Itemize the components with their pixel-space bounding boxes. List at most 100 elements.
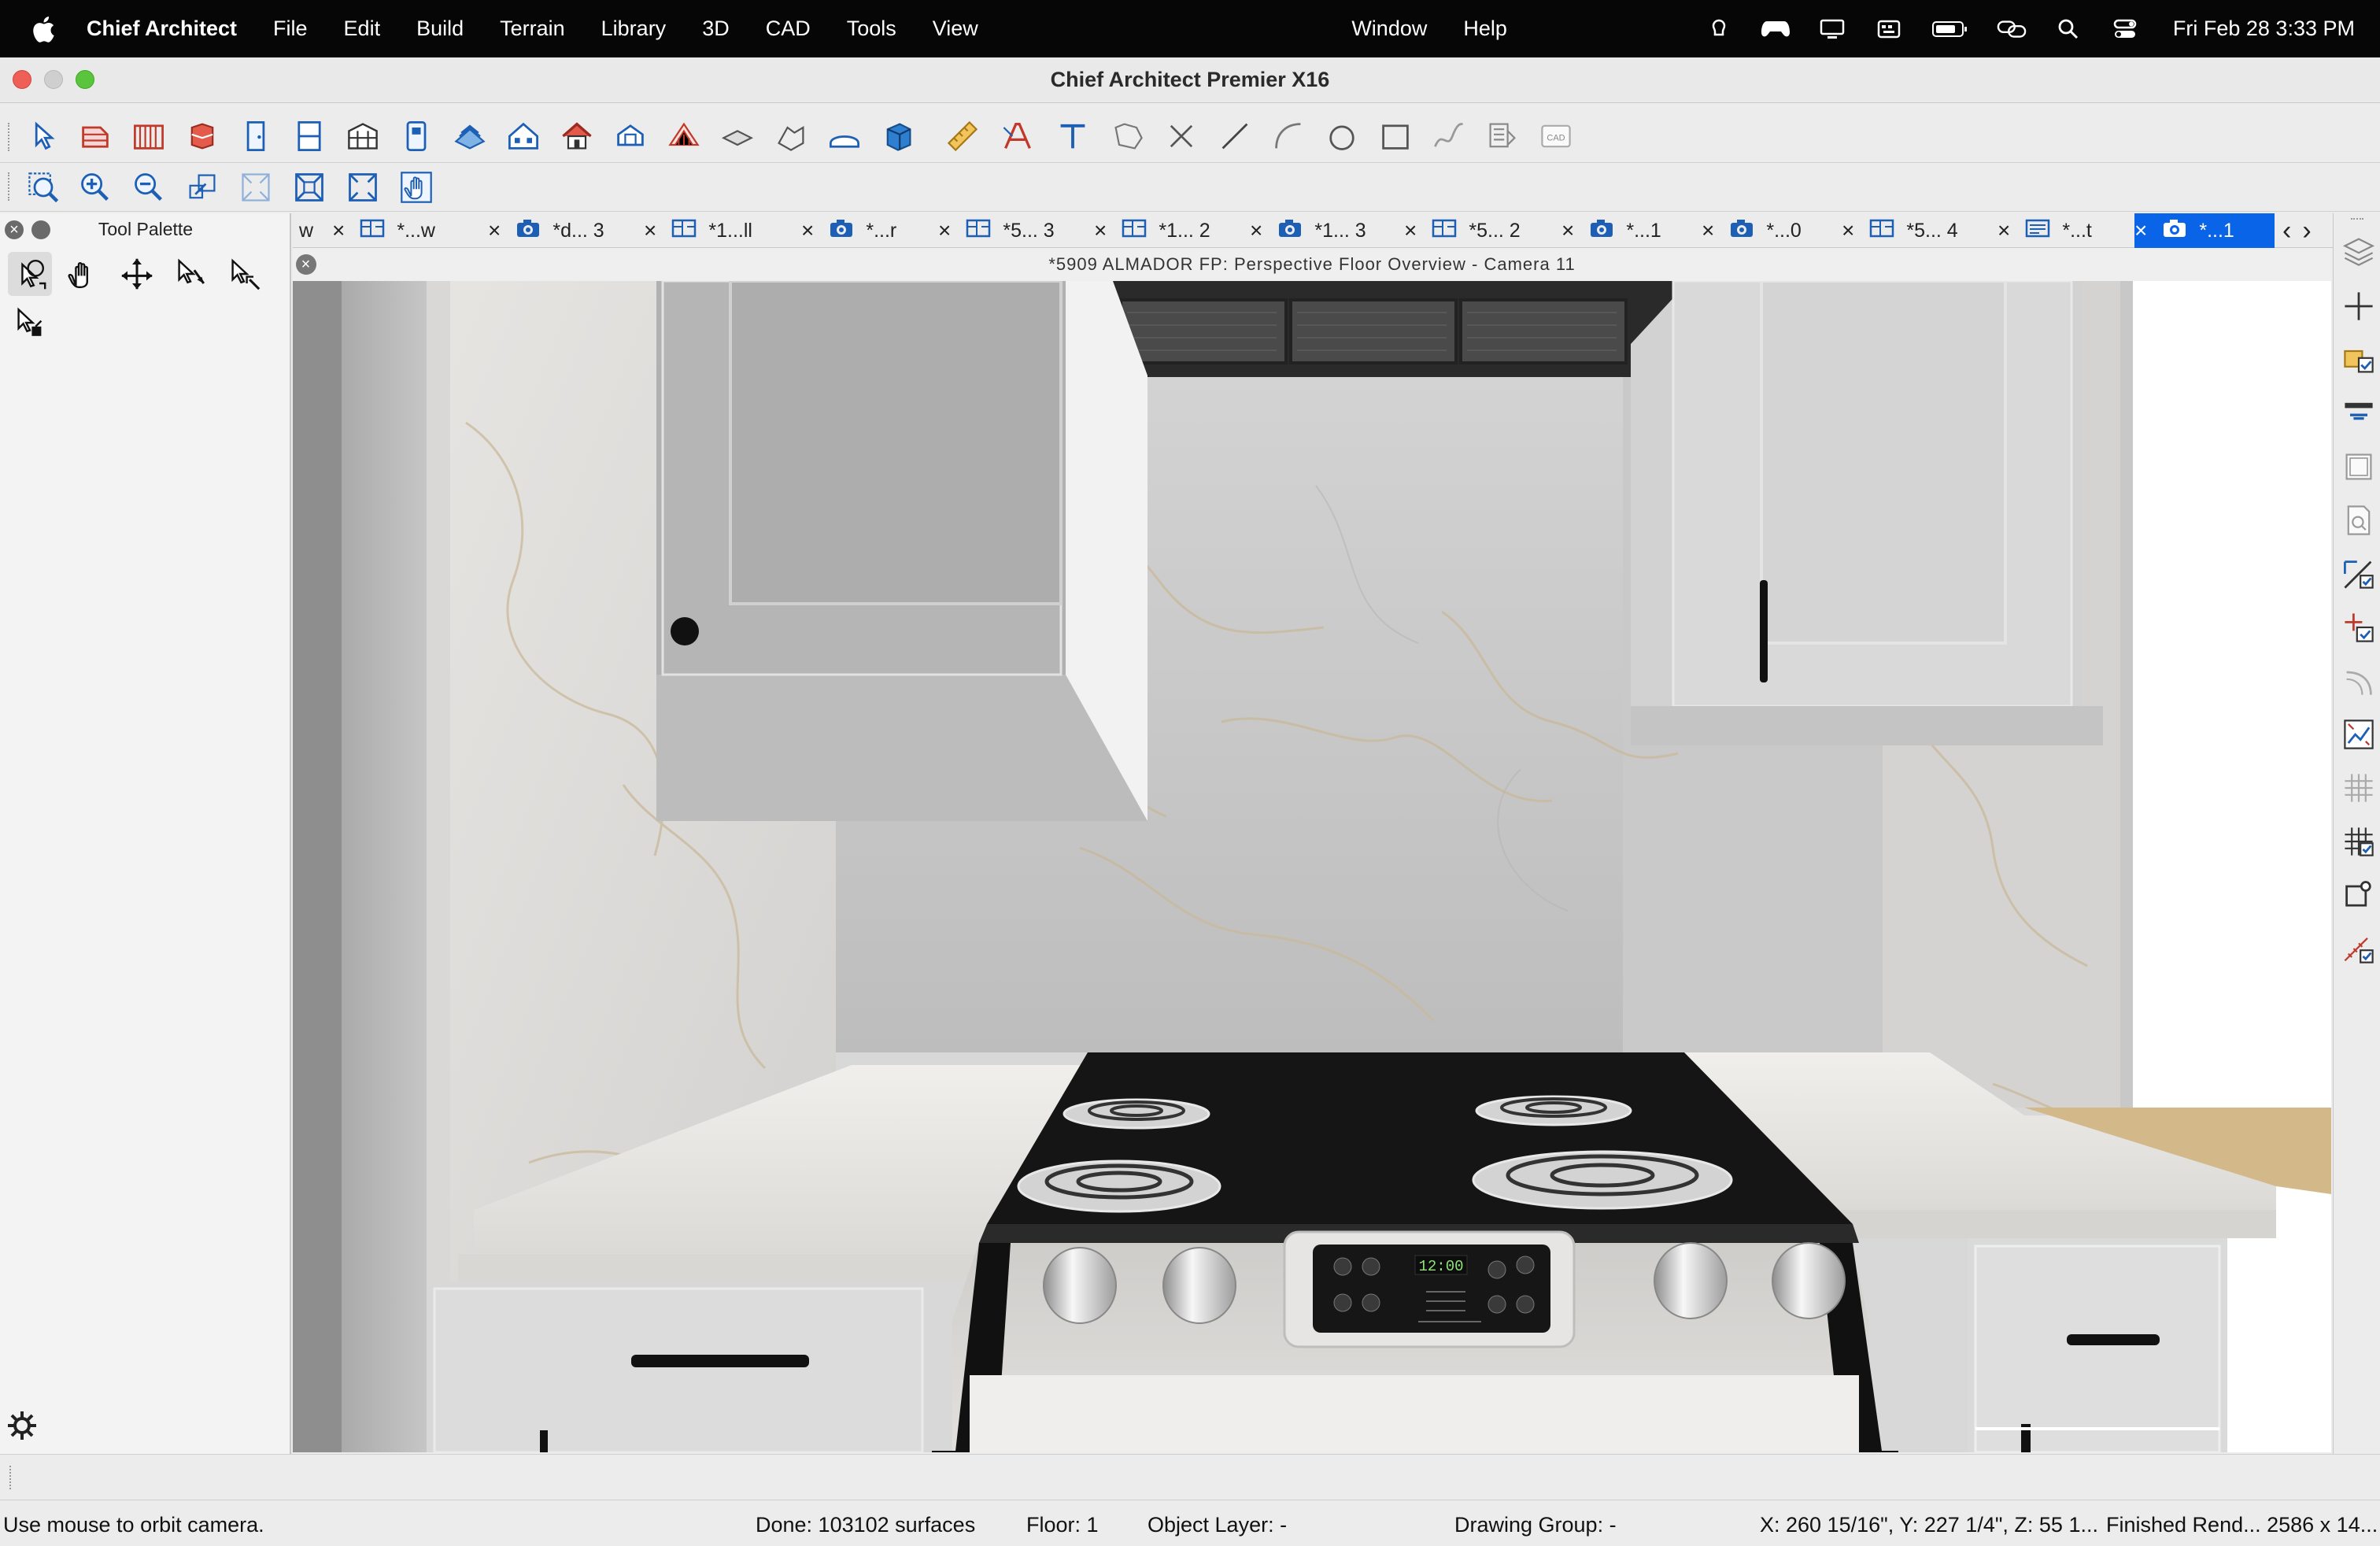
cad-block-icon[interactable]: CAD: [1538, 118, 1574, 154]
zoom-in-icon[interactable]: [77, 169, 113, 205]
toolbar-grip[interactable]: [9, 1466, 14, 1489]
chart-check-icon[interactable]: [2341, 717, 2376, 752]
pan-hand-icon[interactable]: [61, 252, 105, 296]
arch-icon[interactable]: [826, 118, 863, 154]
house-icon[interactable]: [505, 118, 541, 154]
menu-edit[interactable]: Edit: [344, 17, 381, 41]
menu-window[interactable]: Window: [1351, 17, 1427, 41]
dormer-icon[interactable]: [612, 118, 649, 154]
close-tab-icon[interactable]: ×: [1998, 218, 2010, 243]
ruler-check-icon[interactable]: [2341, 931, 2376, 966]
text-icon[interactable]: [1055, 118, 1091, 154]
menu-terrain[interactable]: Terrain: [500, 17, 565, 41]
horizontal-scroll-area[interactable]: [0, 1454, 2380, 1500]
tab-3[interactable]: × *1...ll: [644, 213, 801, 248]
zoom-window-button[interactable]: [76, 70, 94, 89]
gable-icon[interactable]: [559, 118, 595, 154]
menu-help[interactable]: Help: [1463, 17, 1507, 41]
close-tab-icon[interactable]: ×: [1842, 218, 1854, 243]
curve-icon[interactable]: [2341, 664, 2376, 698]
box-icon[interactable]: [880, 118, 916, 154]
floor-icon[interactable]: [719, 118, 756, 154]
menu-view[interactable]: View: [933, 17, 978, 41]
fill-building-icon[interactable]: [291, 169, 327, 205]
toolbar-grip[interactable]: [8, 123, 13, 151]
door-icon[interactable]: [238, 118, 274, 154]
tab-13[interactable]: × *...1: [2134, 213, 2275, 248]
zoom-window-icon[interactable]: [25, 169, 61, 205]
menu-file[interactable]: File: [273, 17, 308, 41]
tab-11[interactable]: × *5... 4: [1842, 213, 1998, 248]
minimize-window-button[interactable]: [44, 70, 63, 89]
gamepad-icon[interactable]: [1761, 17, 1791, 41]
tab-2[interactable]: × *d... 3: [488, 213, 644, 248]
undo-zoom-icon[interactable]: [184, 169, 220, 205]
arc-icon[interactable]: [1270, 118, 1306, 154]
tab-7[interactable]: × *1... 3: [1250, 213, 1404, 248]
tab-next-button[interactable]: ›: [2302, 216, 2311, 246]
grid-check-icon[interactable]: [2341, 824, 2376, 859]
tab-8[interactable]: × *5... 2: [1404, 213, 1561, 248]
layer-icon[interactable]: [1484, 118, 1521, 154]
tab-4[interactable]: × *...r: [801, 213, 938, 248]
fill-window-icon[interactable]: [238, 169, 274, 205]
close-tab-icon[interactable]: ×: [1561, 218, 1574, 243]
page-search-icon[interactable]: [2341, 503, 2376, 538]
close-tab-icon[interactable]: ×: [332, 218, 345, 243]
dimension-icon[interactable]: [944, 118, 981, 154]
tab-prev-button[interactable]: ‹: [2282, 216, 2291, 246]
pan-hand-icon[interactable]: [398, 169, 434, 205]
close-tab-icon[interactable]: ×: [1094, 218, 1107, 243]
battery-icon[interactable]: [1931, 17, 1970, 41]
menu-clock[interactable]: Fri Feb 28 3:33 PM: [2173, 17, 2355, 41]
toolbar-grip[interactable]: [8, 172, 13, 201]
close-tab-icon[interactable]: ×: [1702, 218, 1714, 243]
circle-icon[interactable]: [1324, 118, 1360, 154]
framing-icon[interactable]: [666, 118, 702, 154]
room-icon[interactable]: [398, 118, 434, 154]
close-tab-icon[interactable]: ×: [1404, 218, 1417, 243]
display-icon[interactable]: [1817, 17, 1847, 41]
delete-x-icon[interactable]: [1163, 118, 1199, 154]
shape-icon[interactable]: [773, 118, 809, 154]
menu-3d[interactable]: 3D: [702, 17, 730, 41]
rectangle-icon[interactable]: [1377, 118, 1414, 154]
tab-5[interactable]: × *5... 3: [938, 213, 1094, 248]
zoom-camera-icon[interactable]: [222, 252, 266, 296]
wall-check-icon[interactable]: [2341, 396, 2376, 431]
grid-icon[interactable]: [2341, 771, 2376, 805]
keyboard-icon[interactable]: [1874, 17, 1904, 41]
close-tab-icon[interactable]: ×: [1250, 218, 1262, 243]
close-tab-icon[interactable]: ×: [801, 218, 814, 243]
command-key-icon[interactable]: [1704, 17, 1734, 41]
menu-cad[interactable]: CAD: [766, 17, 811, 41]
control-center-icon[interactable]: [2110, 17, 2140, 41]
close-tab-icon[interactable]: ×: [488, 218, 501, 243]
tab-10[interactable]: × *...0: [1702, 213, 1842, 248]
zoom-out-icon[interactable]: [131, 169, 167, 205]
menu-build[interactable]: Build: [416, 17, 464, 41]
tilt-camera-icon[interactable]: [168, 252, 213, 296]
spline-icon[interactable]: [1431, 118, 1467, 154]
dimension-check-icon[interactable]: [2341, 557, 2376, 591]
tab-9[interactable]: × *...1: [1561, 213, 1702, 248]
close-tab-icon[interactable]: ×: [644, 218, 656, 243]
tab-12[interactable]: × *...t: [1998, 213, 2134, 248]
close-view-icon[interactable]: ×: [296, 254, 316, 275]
tab-0[interactable]: w: [293, 213, 332, 248]
apple-icon[interactable]: [30, 14, 57, 44]
tab-1[interactable]: × *...w: [332, 213, 488, 248]
settings-gear-icon[interactable]: [6, 1410, 38, 1441]
add-icon[interactable]: [2341, 289, 2376, 324]
orbit-camera-icon[interactable]: [8, 252, 52, 296]
camera-3d-viewport[interactable]: 12:00: [293, 281, 2331, 1452]
walkthrough-icon[interactable]: [8, 301, 52, 345]
close-window-button[interactable]: [13, 70, 31, 89]
search-icon[interactable]: [2053, 17, 2083, 41]
frame-icon[interactable]: [2341, 449, 2376, 484]
window-icon[interactable]: [291, 118, 327, 154]
fill-all-icon[interactable]: [345, 169, 381, 205]
tab-6[interactable]: × *1... 2: [1094, 213, 1250, 248]
text-style-icon[interactable]: [1000, 118, 1036, 154]
node-icon[interactable]: [2341, 878, 2376, 912]
